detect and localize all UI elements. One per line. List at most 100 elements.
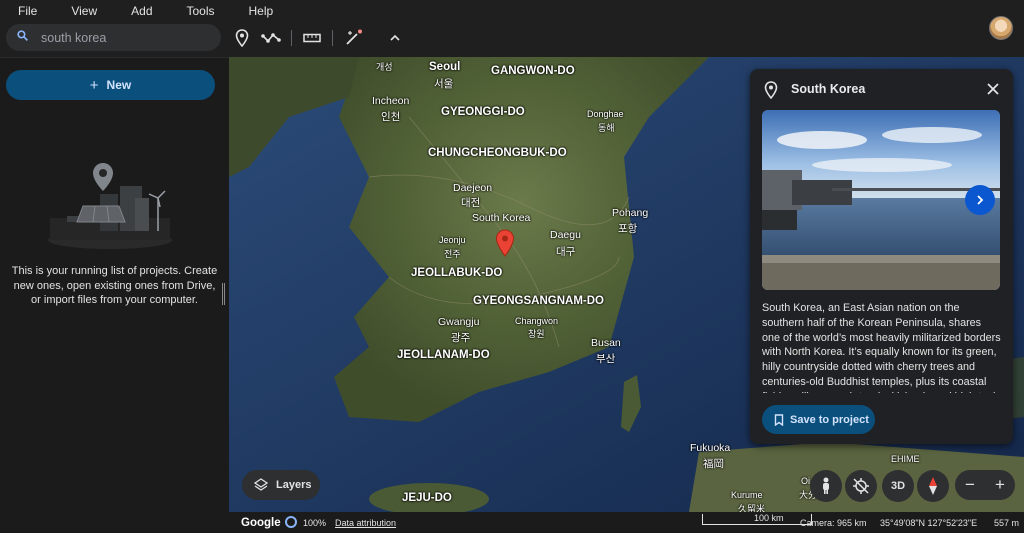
toolbar-divider: [332, 30, 333, 46]
save-to-project-label: Save to project: [790, 413, 869, 426]
ruler-icon: [303, 33, 321, 43]
map-label: JEOLLANAM-DO: [397, 349, 490, 361]
compass-icon: [929, 477, 937, 495]
add-placemark-button[interactable]: [230, 26, 254, 50]
map-label: Busan: [591, 337, 621, 349]
map-label: JEOLLABUK-DO: [411, 267, 503, 279]
menu-file[interactable]: File: [18, 4, 37, 18]
menu-add[interactable]: Add: [131, 4, 152, 18]
layers-button[interactable]: Layers: [242, 470, 320, 500]
menu-tools[interactable]: Tools: [187, 4, 215, 18]
map-label: 대구: [556, 246, 576, 258]
map-label: JEJU-DO: [402, 492, 452, 504]
chevron-up-icon: [390, 34, 400, 41]
close-icon[interactable]: [985, 81, 1001, 97]
projects-sidebar: + New This is your running list of proje…: [0, 57, 229, 533]
map-label: South Korea: [472, 212, 531, 224]
google-logo: Google: [241, 516, 281, 529]
map-label: EHIME: [891, 454, 920, 464]
map-label: Pohang: [612, 207, 649, 219]
map-label: GYEONGGI-DO: [441, 106, 525, 118]
magic-wand-icon: [346, 29, 362, 45]
map-label: 인천: [381, 111, 401, 123]
search-input[interactable]: [41, 30, 201, 45]
map-label: 광주: [451, 332, 471, 344]
map-label: 부산: [596, 353, 616, 365]
map-label: 久留米: [738, 504, 766, 512]
card-title: South Korea: [791, 82, 866, 96]
new-features-button[interactable]: [341, 26, 365, 50]
sidebar-resize-handle[interactable]: [222, 283, 225, 305]
status-bar: Google 100% Data attribution 100 km Came…: [229, 512, 1024, 533]
layers-label: Layers: [276, 479, 312, 491]
elevation: 557 m: [994, 517, 1020, 528]
loading-percent: 100%: [303, 517, 327, 528]
map-label: Seoul: [429, 61, 461, 73]
map-label: 개성: [376, 62, 393, 72]
map-label: 대전: [461, 197, 481, 209]
zoom-in-button[interactable]: +: [995, 475, 1005, 495]
my-location-button[interactable]: [845, 470, 877, 502]
map-label: Kurume: [731, 490, 763, 500]
layers-icon: [254, 478, 268, 491]
location-pin-icon[interactable]: [495, 229, 515, 257]
card-description: South Korea, an East Asian nation on the…: [762, 302, 1001, 393]
map-label: Oi: [801, 476, 810, 486]
knowledge-card: South Korea South Korea, an East Asian n…: [750, 69, 1013, 444]
chevron-right-icon: [977, 195, 984, 205]
zoom-controls: − +: [955, 470, 1015, 500]
path-icon: [261, 33, 281, 43]
map-label: 福岡: [703, 458, 724, 470]
measure-button[interactable]: [300, 26, 324, 50]
location-photo[interactable]: [762, 110, 1000, 290]
map-label: Gwangju: [438, 316, 480, 328]
placemark-icon: [764, 81, 778, 99]
camera-altitude: Camera: 965 km: [800, 517, 867, 528]
map-label: Daegu: [550, 229, 581, 241]
toggle-3d-button[interactable]: 3D: [882, 470, 914, 502]
data-attribution-link[interactable]: Data attribution: [335, 518, 396, 528]
menu-help[interactable]: Help: [249, 4, 274, 18]
map-label: Daejeon: [453, 182, 493, 194]
map-label: CHUNGCHEONGBUK-DO: [428, 147, 567, 159]
map-label: Incheon: [372, 95, 410, 107]
scale-label: 100 km: [754, 513, 784, 523]
google-earth-app: File View Add Tools Help south korea + N…: [0, 0, 1024, 533]
toolbar: [0, 22, 1024, 56]
map-label: GANGWON-DO: [491, 65, 575, 77]
pegman-icon: [823, 477, 829, 494]
map-label: Donghae: [587, 109, 624, 119]
map-label: 서울: [434, 78, 454, 90]
save-to-project-button[interactable]: Save to project: [762, 405, 875, 434]
menu-view[interactable]: View: [71, 4, 97, 18]
search-icon: [16, 29, 29, 47]
map-label: 동해: [598, 123, 615, 133]
toolbar-divider: [291, 30, 292, 46]
plus-icon: +: [89, 76, 99, 94]
new-project-button[interactable]: + New: [6, 70, 215, 100]
empty-projects-text: This is your running list of projects. C…: [11, 265, 218, 306]
loading-progress-icon: [285, 516, 297, 528]
map-label: Fukuoka: [690, 442, 731, 454]
toggle-3d-label: 3D: [890, 480, 906, 492]
empty-projects-illustration: [45, 158, 175, 253]
collapse-toolbar-button[interactable]: [383, 26, 407, 50]
new-project-label: New: [106, 78, 132, 92]
placemark-icon: [235, 29, 249, 47]
next-photo-button[interactable]: [965, 185, 995, 215]
map-label: Changwon: [515, 316, 559, 326]
compass-button[interactable]: [917, 470, 949, 502]
map-label: Jeonju: [439, 235, 466, 245]
zoom-out-button[interactable]: −: [965, 475, 975, 495]
search-box[interactable]: [6, 24, 221, 51]
add-path-button[interactable]: [259, 26, 283, 50]
coordinates: 35°49'08"N 127°52'23"E: [880, 517, 978, 528]
avatar[interactable]: [989, 16, 1013, 40]
street-view-button[interactable]: [810, 470, 842, 502]
map-label: 포항: [618, 223, 638, 235]
map-label: 창원: [528, 329, 545, 339]
map-label: 전주: [444, 249, 461, 259]
menu-bar: File View Add Tools Help: [0, 0, 1024, 22]
map-label: GYEONGSANGNAM-DO: [473, 295, 604, 307]
location-off-icon: [853, 478, 869, 494]
